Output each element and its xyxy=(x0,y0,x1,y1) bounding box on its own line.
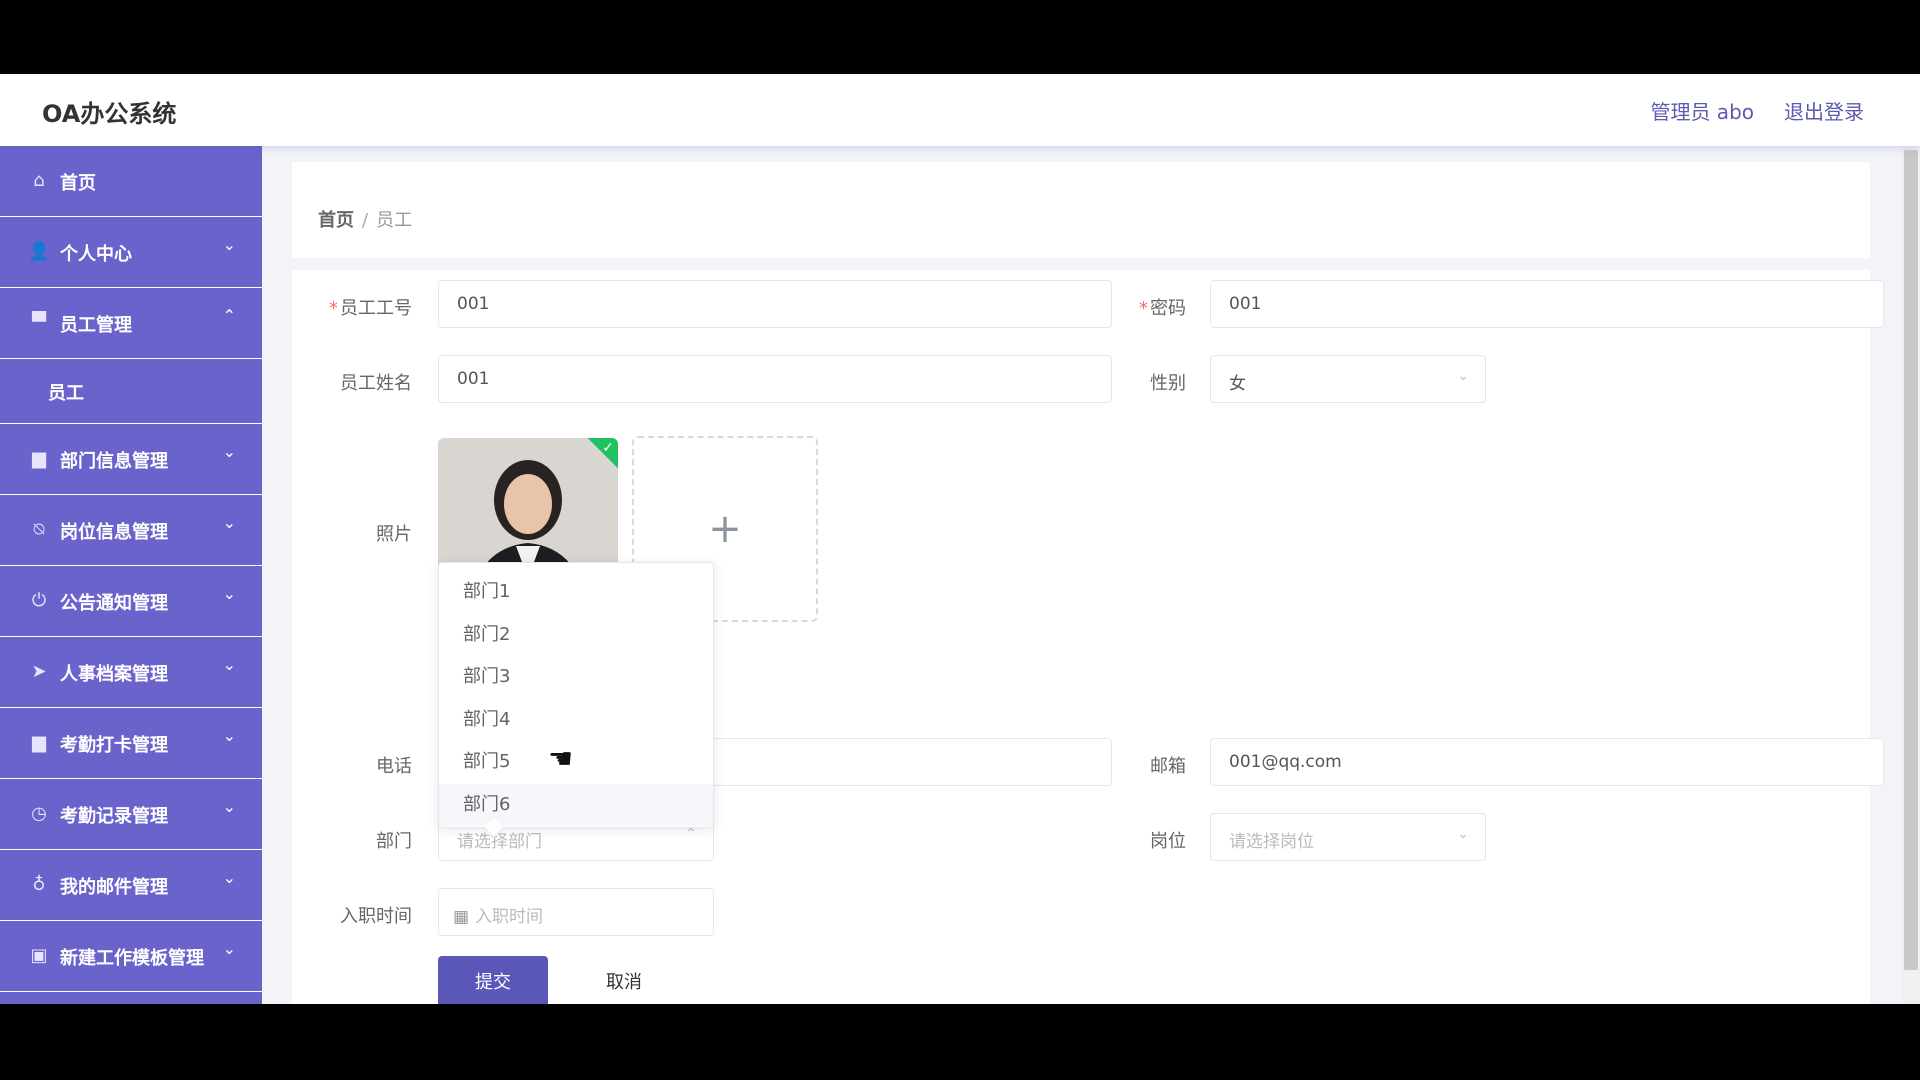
dropdown-option[interactable]: 部门4 xyxy=(439,699,713,742)
chevron-down-icon: ⌄ xyxy=(222,584,236,603)
cancel-button[interactable]: 取消 xyxy=(574,956,674,1004)
employee-no-input[interactable]: 001 xyxy=(438,280,1112,328)
chevron-down-icon: ⌄ xyxy=(222,797,236,816)
bell-off-icon: ⍉ xyxy=(33,519,45,540)
hire-date-label: 入职时间 xyxy=(340,906,412,927)
position-placeholder: 请选择岗位 xyxy=(1229,832,1314,852)
chevron-up-icon: ⌃ xyxy=(685,826,697,842)
sidebar-item-label: 考勤打卡管理 xyxy=(60,735,168,756)
gender-select[interactable]: 女 ⌄ xyxy=(1210,355,1486,403)
sidebar-item-employee-management[interactable]: ▀ 员工管理 ⌃ xyxy=(0,288,262,359)
photo-label: 照片 xyxy=(376,524,412,545)
monitor-icon: ▆ xyxy=(32,448,46,469)
position-label: 岗位 xyxy=(1150,831,1186,852)
scrollbar-thumb[interactable] xyxy=(1904,150,1918,970)
password-input[interactable]: 001 xyxy=(1210,280,1884,328)
power-icon: ⏻ xyxy=(31,590,47,611)
mouse-pointer-icon: ☚ xyxy=(548,742,574,775)
dropdown-option[interactable]: 部门1 xyxy=(439,571,713,614)
sidebar-item-label: 我的邮件管理 xyxy=(60,877,168,898)
gender-label: 性别 xyxy=(1150,373,1186,394)
logout-link[interactable]: 退出登录 xyxy=(1784,96,1864,125)
sidebar-item-work-template[interactable]: ▣ 新建工作模板管理 ⌄ xyxy=(0,921,262,992)
phone-label: 电话 xyxy=(376,756,412,777)
sidebar-item-hr-archive[interactable]: ➤ 人事档案管理 ⌄ xyxy=(0,637,262,708)
check-icon: ✓ xyxy=(602,440,614,456)
password-label: * 密码 xyxy=(1139,298,1186,319)
chevron-down-icon: ⌄ xyxy=(222,726,236,745)
chevron-down-icon: ⌄ xyxy=(222,235,236,254)
topbar: OA办公系统 管理员 abo 退出登录 xyxy=(0,74,1920,146)
sidebar-item-department[interactable]: ▆ 部门信息管理 ⌄ xyxy=(0,424,262,495)
chevron-down-icon: ⌄ xyxy=(222,513,236,532)
sidebar-item-label: 考勤记录管理 xyxy=(60,806,168,827)
app-title: OA办公系统 xyxy=(42,100,177,128)
breadcrumb-current: 员工 xyxy=(376,210,413,231)
sidebar-item-notice[interactable]: ⏻ 公告通知管理 ⌄ xyxy=(0,566,262,637)
sidebar: ⌂ 首页 👤 个人中心 ⌄ ▀ 员工管理 ⌃ 员工 ▆ 部门信息管理 ⌄ ⍉ 岗… xyxy=(0,146,262,1004)
dropdown-option[interactable]: 部门3 xyxy=(439,656,713,699)
sidebar-item-home[interactable]: ⌂ 首页 xyxy=(0,146,262,217)
calendar-icon: ▦ xyxy=(453,907,470,927)
sidebar-subitem-employee[interactable]: 员工 xyxy=(0,359,262,424)
page-scrollbar[interactable] xyxy=(1902,146,1920,1004)
breadcrumb: 首页 / 员工 xyxy=(318,206,412,232)
department-dropdown: 部门1 部门2 部门3 部门4 部门5 部门6 xyxy=(438,562,714,838)
sidebar-subitem-label: 员工 xyxy=(48,383,84,404)
dropdown-option[interactable]: 部门2 xyxy=(439,614,713,657)
employee-name-input[interactable]: 001 xyxy=(438,355,1112,403)
dropdown-option-hovered[interactable]: 部门6 xyxy=(439,783,713,826)
user-icon: 👤 xyxy=(28,241,51,262)
breadcrumb-home[interactable]: 首页 xyxy=(318,210,354,231)
clipboard-icon: ▣ xyxy=(30,945,48,966)
hire-date-placeholder: 入职时间 xyxy=(475,907,544,927)
chevron-down-icon: ⌄ xyxy=(222,655,236,674)
sidebar-item-label: 部门信息管理 xyxy=(60,451,168,472)
send-icon: ➤ xyxy=(31,661,47,682)
sidebar-item-attendance-record[interactable]: ◷ 考勤记录管理 ⌄ xyxy=(0,779,262,850)
position-select[interactable]: 请选择岗位 ⌄ xyxy=(1210,813,1486,861)
department-label: 部门 xyxy=(376,831,412,852)
sidebar-item-label: 人事档案管理 xyxy=(60,664,168,685)
app-window: OA办公系统 管理员 abo 退出登录 ⌂ 首页 👤 个人中心 ⌄ ▀ 员工管理… xyxy=(0,74,1920,1004)
chevron-down-icon: ⌄ xyxy=(222,939,236,958)
sidebar-item-label: 个人中心 xyxy=(60,244,132,265)
chevron-down-icon: ⌄ xyxy=(1457,368,1469,384)
sidebar-item-profile[interactable]: 👤 个人中心 ⌄ xyxy=(0,217,262,288)
department-placeholder: 请选择部门 xyxy=(457,832,542,852)
chevron-down-icon: ⌄ xyxy=(222,442,236,461)
email-input[interactable]: 001@qq.com xyxy=(1210,738,1884,786)
employee-no-label: * 员工工号 xyxy=(329,298,412,319)
employee-name-label: 员工姓名 xyxy=(340,373,412,394)
monitor-icon: ▆ xyxy=(32,732,46,753)
sidebar-item-label: 岗位信息管理 xyxy=(60,522,168,543)
employee-form: * 员工工号 001 * 密码 001 员工姓名 001 性别 女 ⌄ 照片 ✓… xyxy=(292,270,1884,1004)
sidebar-item-label: 首页 xyxy=(60,173,96,194)
chevron-up-icon: ⌃ xyxy=(222,306,236,325)
email-label: 邮箱 xyxy=(1150,756,1186,777)
breadcrumb-separator: / xyxy=(362,210,369,231)
clock-icon: ◷ xyxy=(31,803,47,824)
home-icon: ⌂ xyxy=(33,170,45,191)
employee-icon: ▀ xyxy=(32,312,46,333)
sidebar-item-position[interactable]: ⍉ 岗位信息管理 ⌄ xyxy=(0,495,262,566)
breadcrumb-card: 首页 / 员工 xyxy=(292,162,1870,258)
hire-date-picker[interactable]: ▦ 入职时间 xyxy=(438,888,714,936)
gender-value: 女 xyxy=(1229,374,1246,394)
sidebar-item-mail[interactable]: ♁ 我的邮件管理 ⌄ xyxy=(0,850,262,921)
sidebar-item-label: 新建工作模板管理 xyxy=(60,948,204,969)
sidebar-item-label: 公告通知管理 xyxy=(60,593,168,614)
sidebar-item-label: 员工管理 xyxy=(60,315,132,336)
chevron-down-icon: ⌄ xyxy=(222,868,236,887)
submit-button[interactable]: 提交 xyxy=(438,956,548,1004)
main-content: 首页 / 员工 * 员工工号 001 * 密码 001 员工姓名 001 性别 女 ⌄ … xyxy=(262,146,1902,1004)
sidebar-item-attendance-checkin[interactable]: ▆ 考勤打卡管理 ⌄ xyxy=(0,708,262,779)
dropdown-option[interactable]: 部门5 xyxy=(439,741,713,784)
microphone-icon: ♁ xyxy=(32,874,46,895)
current-user: 管理员 abo xyxy=(1650,100,1754,124)
chevron-down-icon: ⌄ xyxy=(1457,826,1469,842)
